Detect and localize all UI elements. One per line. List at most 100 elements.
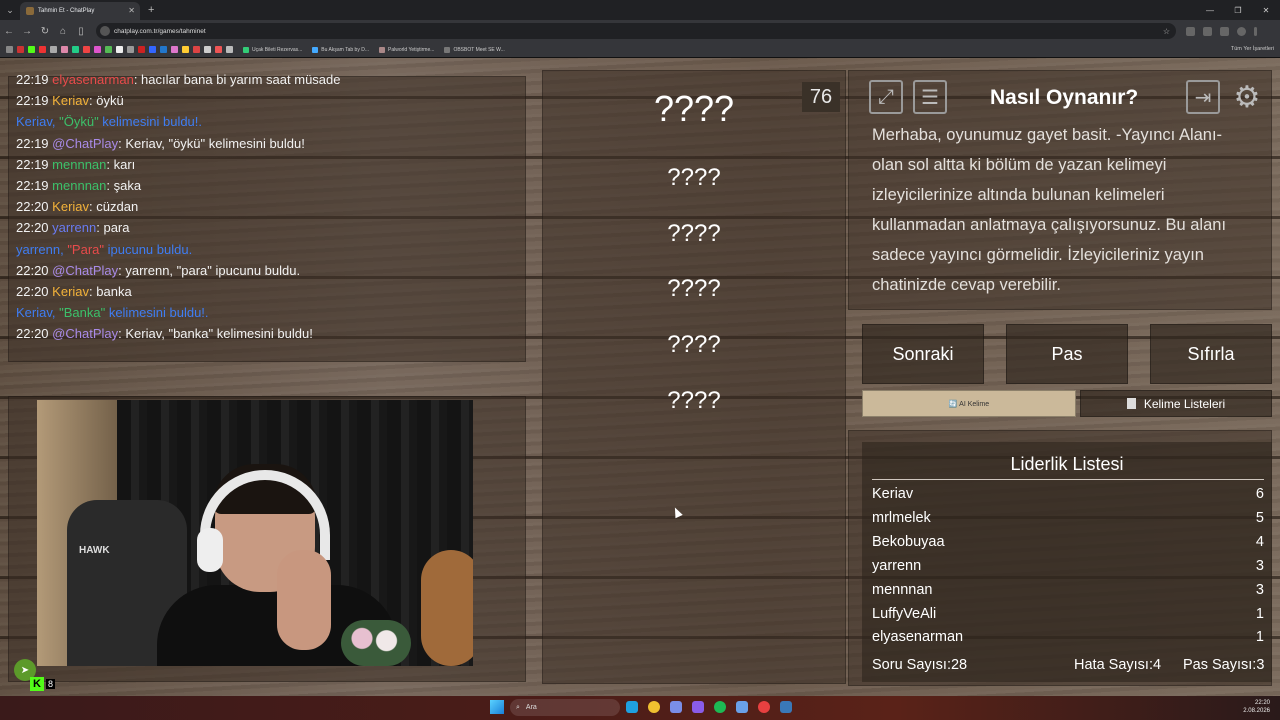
player-name: Keriav <box>872 486 914 502</box>
sidebar-icon[interactable] <box>1220 26 1229 36</box>
close-window-icon[interactable]: ✕ <box>1252 0 1280 20</box>
browser-tab[interactable]: Tahmin Et - ChatPlay ✕ <box>20 2 140 20</box>
bookmark-icon[interactable] <box>39 46 46 53</box>
tab-favicon <box>26 7 34 15</box>
back-icon[interactable]: ← <box>0 26 18 37</box>
apps-icon[interactable] <box>6 46 13 53</box>
word-lists-button[interactable]: Kelime Listeleri <box>1080 390 1272 417</box>
chat-username[interactable]: mennnan <box>52 178 106 193</box>
clock-time: 22:20 <box>1254 700 1270 706</box>
address-bar[interactable]: chatplay.com.tr/games/tahminet ☆ <box>96 23 1176 39</box>
bookmark-star-icon[interactable]: ☆ <box>1163 27 1170 36</box>
settings-icon[interactable]: ⚙ <box>1230 80 1264 114</box>
bookmark-icon[interactable] <box>138 46 145 53</box>
chair-logo: HAWK <box>79 545 110 556</box>
bookmark-icon[interactable] <box>171 46 178 53</box>
bookmark-icon[interactable] <box>116 46 123 53</box>
chrome-icon[interactable] <box>648 701 660 713</box>
steam-icon[interactable] <box>780 701 792 713</box>
reload-icon[interactable]: ↻ <box>36 26 54 37</box>
bookmark-icon[interactable] <box>160 46 167 53</box>
player-score: 6 <box>1255 486 1264 502</box>
message-time: 22:20 <box>16 199 49 215</box>
tab-search-icon[interactable]: ⌄ <box>0 0 20 20</box>
bookmark-label: OBSBOT Meet SE W... <box>453 46 505 53</box>
chat-message: 22:20 yarrenn: para <box>16 220 130 235</box>
chat-username[interactable]: mennnan <box>52 157 106 172</box>
message-text: : banka <box>89 284 132 299</box>
player-score: 3 <box>1255 581 1264 598</box>
chat-message: 22:19 mennnan: şaka <box>16 178 141 193</box>
extensions-puzzle-icon[interactable] <box>1203 26 1212 36</box>
bookmark-icon[interactable] <box>28 46 35 53</box>
extensions-area <box>1186 26 1257 36</box>
exit-icon[interactable]: ⇥ <box>1186 80 1220 114</box>
bookmark-icon[interactable] <box>182 46 189 53</box>
chat-username[interactable]: @ChatPlay <box>52 136 118 151</box>
chat-username[interactable]: Keriav <box>52 199 89 214</box>
bookmark-icon[interactable] <box>193 46 200 53</box>
person-hand <box>277 550 331 650</box>
app-icon[interactable] <box>758 701 770 713</box>
home-icon[interactable]: ⌂ <box>54 26 72 37</box>
bookmark-icon[interactable] <box>105 46 112 53</box>
bookmark-item[interactable]: OBSBOT Meet SE W... <box>444 46 505 53</box>
list-icon[interactable]: ☰ <box>913 80 947 114</box>
bookmark-icon[interactable] <box>61 46 68 53</box>
bookmark-icon[interactable] <box>72 46 79 53</box>
bookmark-icon[interactable] <box>226 46 233 53</box>
windows-start-icon[interactable] <box>490 700 504 714</box>
taskbar-apps <box>626 701 792 713</box>
bookmark-icon[interactable] <box>50 46 57 53</box>
site-info-icon[interactable] <box>100 26 110 36</box>
minimize-icon[interactable]: — <box>1196 0 1224 20</box>
edge-icon[interactable] <box>626 701 638 713</box>
taskbar-search-label: Ara <box>525 704 537 711</box>
clock-date: 2.08.2026 <box>1243 708 1270 714</box>
bookmark-icon[interactable] <box>204 46 211 53</box>
message-text: : Keriav, "öykü" kelimesini buldu! <box>118 135 305 151</box>
leaderboard-row: mrlmelek 5 <box>872 510 1264 526</box>
message-time: 22:20 <box>16 262 49 278</box>
bookmark-icon[interactable] <box>127 46 134 53</box>
close-tab-icon[interactable]: ✕ <box>128 6 135 15</box>
reset-button[interactable]: Sıfırla <box>1150 324 1272 384</box>
spotify-icon[interactable] <box>714 701 726 713</box>
hint-word: ???? <box>667 164 721 191</box>
app-icon[interactable] <box>670 701 682 713</box>
split-icon[interactable]: ▯ <box>72 26 90 37</box>
system-clock[interactable]: 22:20 2.08.2026 <box>1243 699 1270 715</box>
bookmark-item[interactable]: Uçak Bileti Rezervas... <box>243 46 302 53</box>
pass-button[interactable]: Pas <box>1006 324 1128 384</box>
bookmark-icon[interactable] <box>149 46 156 53</box>
chat-username[interactable]: Keriav <box>52 284 89 299</box>
bookmark-icon[interactable] <box>215 46 222 53</box>
bookmark-item[interactable]: Bu Akşam Tab by D... <box>312 46 369 53</box>
app-icon[interactable] <box>736 701 748 713</box>
bookmark-favicon-icon <box>379 46 386 53</box>
howto-text: Merhaba, oyunumuz gayet basit. -Yayıncı … <box>872 126 1227 294</box>
forward-icon[interactable]: → <box>18 26 36 37</box>
all-bookmarks[interactable]: Tüm Yer İşaretleri <box>1231 46 1274 52</box>
chat-username[interactable]: @ChatPlay <box>52 326 118 341</box>
bookmark-icon[interactable] <box>17 46 24 53</box>
ai-word-button[interactable]: 🔄 AI Kelime <box>862 390 1076 417</box>
chat-username[interactable]: Keriav <box>52 93 89 108</box>
bookmark-item[interactable]: Palworld Yetiştirme... <box>379 46 434 53</box>
taskbar: ⌕ Ara 22:20 2.08.2026 <box>0 696 1280 720</box>
menu-icon[interactable] <box>1254 26 1257 36</box>
chat-username[interactable]: @ChatPlay <box>52 263 118 278</box>
fullscreen-icon[interactable]: ⤢ <box>869 80 903 114</box>
chat-username[interactable]: elyasenarman <box>52 72 134 87</box>
new-tab-icon[interactable]: + <box>148 4 154 16</box>
chat-message: 22:19 @ChatPlay: Keriav, "öykü" kelimesi… <box>16 136 305 151</box>
app-icon[interactable] <box>692 701 704 713</box>
next-button[interactable]: Sonraki <box>862 324 984 384</box>
bookmark-icon[interactable] <box>94 46 101 53</box>
taskbar-search[interactable]: ⌕ Ara <box>510 699 620 716</box>
extension-icon[interactable] <box>1186 26 1195 36</box>
profile-avatar[interactable] <box>1237 26 1246 36</box>
restore-icon[interactable]: ❐ <box>1224 0 1252 20</box>
chat-username[interactable]: yarrenn <box>52 220 96 235</box>
bookmark-icon[interactable] <box>83 46 90 53</box>
